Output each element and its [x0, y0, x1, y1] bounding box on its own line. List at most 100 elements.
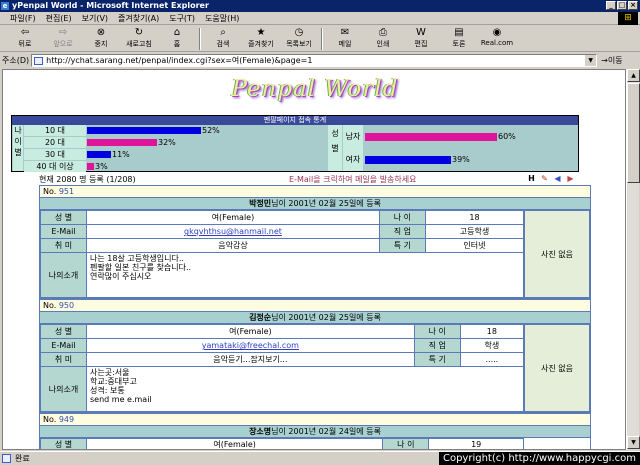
close-button[interactable]: × — [628, 1, 638, 10]
menu-bar: 파일(F) 편집(E) 보기(V) 즐겨찾기(A) 도구(T) 도움말(H) — [0, 12, 640, 25]
mail-button[interactable]: ✉ 메일 — [326, 26, 364, 52]
scroll-up-arrow-icon[interactable]: ▲ — [627, 69, 640, 82]
print-label: 인쇄 — [376, 40, 390, 48]
age-stats: 나 이 별 10 대 52% 20 대 32% 30 대 11% 40 대 이상 3% — [12, 125, 328, 172]
profile-registration: 장소명님이 2001년 02월 24일에 등록 — [40, 426, 590, 438]
menu-view[interactable]: 보기(V) — [82, 13, 108, 24]
intro-label: 나의소개 — [40, 366, 87, 412]
email-link[interactable]: yamataki@freechal.com — [202, 341, 299, 350]
history-button[interactable]: ◷ 목록보기 — [280, 26, 318, 52]
age-group-label: 30 대 — [24, 149, 86, 160]
age-row: 30 대 11% — [24, 149, 324, 160]
minimize-button[interactable]: _ — [606, 1, 616, 10]
next-page-icon[interactable]: ▶ — [566, 174, 575, 183]
email-label: E-Mail — [40, 338, 87, 354]
profile-photo: 사진 없음 — [524, 324, 590, 412]
realcom-button[interactable]: ◉ Real.com — [478, 26, 516, 52]
gender-pct: 39% — [452, 155, 470, 164]
stop-icon: ⊗ — [96, 27, 106, 38]
sex-value: 여(Female) — [86, 209, 380, 226]
special-label: 특 기 — [413, 352, 461, 368]
member-count: 현재 2080 명 등록 (1/208) — [39, 175, 136, 184]
gender-bar — [365, 133, 497, 141]
scroll-down-arrow-icon[interactable]: ▼ — [627, 436, 640, 449]
back-button[interactable]: ⇦ 뒤로 — [6, 26, 44, 52]
profile-registration: 박정민님이 2001년 02월 25일에 등록 — [40, 198, 590, 210]
gender-label: 남자 — [343, 125, 363, 148]
gender-label: 여자 — [343, 148, 363, 171]
gender-axis-label: 성 별 — [328, 125, 342, 171]
title-bar: e yPenpal World - Microsoft Internet Exp… — [0, 0, 640, 12]
search-icon: ⌕ — [220, 27, 226, 38]
profile-no-value: 949 — [58, 415, 75, 424]
site-logo: Penpal World — [231, 76, 399, 102]
age-pct: 52% — [202, 126, 220, 135]
profile-no-value: 950 — [58, 301, 75, 310]
copyright-banner: Copyright(c) http://www.happycgi.com — [438, 452, 640, 465]
toolbar-divider — [199, 28, 201, 50]
home-h-icon[interactable]: H — [527, 174, 536, 183]
stop-button[interactable]: ⊗ 중지 — [82, 26, 120, 52]
profile-registration: 김정순님이 2001년 02월 25일에 등록 — [40, 312, 590, 324]
profile-table: 성 별 여(Female) 나 이 18 E-Mail gkqvhthsu@hanmai… — [40, 209, 525, 298]
sex-value: 여(Female) — [86, 323, 415, 340]
age-axis-label: 나 이 별 — [13, 125, 23, 171]
intro-label: 나의소개 — [40, 252, 87, 298]
vertical-scrollbar[interactable]: ▲ ▼ — [626, 69, 640, 450]
intro-line: 학교:중대부고 — [90, 377, 137, 387]
discuss-button[interactable]: ▤ 토론 — [440, 26, 478, 52]
no-label: No. — [43, 301, 57, 310]
prev-page-icon[interactable]: ◀ — [553, 174, 562, 183]
mail-label: 메일 — [338, 40, 352, 48]
search-label: 검색 — [216, 40, 230, 48]
go-button[interactable]: →이동 — [601, 55, 622, 66]
menu-help[interactable]: 도움말(H) — [205, 13, 239, 24]
profile-table: 성 별 여(Female) 나 이 18 E-Mail yamataki@freecha… — [40, 323, 525, 412]
menu-file[interactable]: 파일(F) — [10, 13, 36, 24]
address-input[interactable]: http://ychat.sarang.net/penpal/index.cgi… — [31, 54, 598, 67]
scroll-thumb[interactable] — [627, 83, 640, 183]
maximize-button[interactable]: □ — [617, 1, 627, 10]
sex-label: 성 별 — [40, 438, 87, 449]
home-icon: ⌂ — [173, 27, 181, 38]
home-button[interactable]: ⌂ 홈 — [158, 26, 196, 52]
refresh-button[interactable]: ↻ 새로고침 — [120, 26, 158, 52]
search-button[interactable]: ⌕ 검색 — [204, 26, 242, 52]
intro-text: 나는 18살 고등학생입니다.. 펜팔할 일본 친구를 찾습니다.. 연락많이 주십… — [86, 252, 524, 298]
favorites-button[interactable]: ★ 즐겨찾기 — [242, 26, 280, 52]
mail-icon: ✉ — [340, 27, 350, 38]
status-text: 완료 — [15, 454, 30, 463]
gender-label-char: 성 — [331, 129, 339, 138]
age-value: 18 — [424, 209, 525, 226]
email-notice: E-Mail을 크릭하여 메일을 발송하세요 — [289, 175, 417, 184]
profile-no-value: 951 — [58, 187, 75, 196]
address-dropdown-arrow-icon[interactable]: ▼ — [585, 55, 597, 66]
print-button[interactable]: ⎙ 인쇄 — [364, 26, 402, 52]
email-link[interactable]: gkqvhthsu@hanmail.net — [184, 227, 282, 236]
menu-tools[interactable]: 도구(T) — [169, 13, 195, 24]
address-bar: 주소(D) http://ychat.sarang.net/penpal/ind… — [0, 53, 640, 68]
age-label-char: 별 — [14, 148, 22, 157]
menu-favorites[interactable]: 즐겨찾기(A) — [118, 13, 159, 24]
forward-button[interactable]: ⇨ 앞으로 — [44, 26, 82, 52]
forward-arrow-icon: ⇨ — [58, 27, 68, 38]
refresh-icon: ↻ — [134, 27, 144, 38]
forward-label: 앞으로 — [53, 40, 73, 48]
window-title: yPenpal World - Microsoft Internet Explo… — [12, 1, 209, 10]
edit-label: 편집 — [414, 40, 428, 48]
page-icon — [34, 57, 44, 65]
menu-edit[interactable]: 편집(E) — [46, 13, 72, 24]
intro-line: send me e.mail — [90, 395, 152, 405]
profile-photo: 사진 없음 — [524, 210, 590, 298]
discuss-label: 토론 — [452, 40, 466, 48]
hobby-value: 음악듣기...잡지보기... — [86, 352, 415, 368]
page-content: Penpal World 펜팔페이지 접속 통계 나 이 별 10 대 52% 2… — [2, 69, 626, 450]
profile-name: 장소명 — [249, 427, 272, 436]
gender-bar — [365, 156, 451, 164]
write-pen-icon[interactable]: ✎ — [540, 174, 549, 183]
age-bar — [87, 139, 157, 146]
profile-card: No. 949 장소명님이 2001년 02월 24일에 등록 성 별 여(Fem… — [39, 413, 591, 449]
edit-button[interactable]: W 편집 — [402, 26, 440, 52]
profile-name: 박정민 — [249, 199, 272, 208]
special-label: 특 기 — [378, 238, 426, 254]
